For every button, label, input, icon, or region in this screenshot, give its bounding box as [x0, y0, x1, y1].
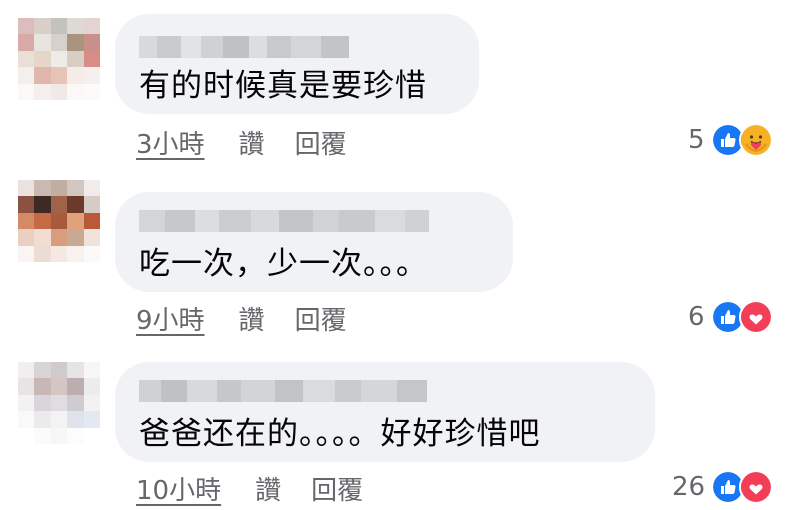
comment-actions: 10小時 讚 回覆 [136, 470, 363, 506]
care-reaction-icon [738, 123, 773, 157]
comment-item: 爸爸还在的。。。。好好珍惜吧 10小時 讚 回覆 26 [0, 340, 800, 510]
reaction-summary[interactable]: 26 [672, 470, 774, 504]
comment-timestamp[interactable]: 3小時 [136, 124, 205, 161]
reaction-count: 26 [672, 472, 706, 502]
comment-actions: 9小時 讚 回覆 [136, 300, 347, 336]
avatar[interactable] [18, 180, 100, 262]
comment-bubble: 爸爸还在的。。。。好好珍惜吧 [115, 362, 655, 462]
commenter-name-blurred[interactable] [139, 380, 439, 402]
comment-timestamp[interactable]: 9小時 [136, 300, 205, 337]
reaction-summary[interactable]: 6 [688, 300, 773, 334]
reply-button[interactable]: 回覆 [295, 300, 347, 337]
reply-button[interactable]: 回覆 [311, 470, 363, 507]
avatar[interactable] [18, 362, 100, 444]
comment-actions: 3小時 讚 回覆 [136, 124, 347, 160]
love-reaction-icon [739, 470, 774, 504]
reaction-count: 5 [688, 125, 705, 155]
like-button[interactable]: 讚 [255, 470, 281, 507]
comment-text: 爸爸还在的。。。。好好珍惜吧 [139, 416, 541, 452]
like-button[interactable]: 讚 [239, 124, 265, 161]
commenter-name-blurred[interactable] [139, 210, 429, 232]
comment-timestamp[interactable]: 10小時 [136, 470, 221, 507]
comment-bubble: 吃一次，少一次。。。 [115, 192, 513, 292]
reply-button[interactable]: 回覆 [295, 124, 347, 161]
reaction-count: 6 [688, 302, 705, 332]
comment-text: 有的时候真是要珍惜 [139, 68, 427, 104]
comment-item: 有的时候真是要珍惜 3小時 讚 回覆 5 [0, 0, 800, 170]
love-reaction-icon [738, 300, 773, 334]
reaction-summary[interactable]: 5 [688, 123, 773, 157]
comment-text: 吃一次，少一次。。。 [139, 246, 428, 282]
like-button[interactable]: 讚 [239, 300, 265, 337]
comment-bubble: 有的时候真是要珍惜 [115, 14, 479, 114]
avatar[interactable] [18, 18, 100, 100]
commenter-name-blurred[interactable] [139, 36, 349, 58]
comment-item: 吃一次，少一次。。。 9小時 讚 回覆 6 [0, 170, 800, 340]
